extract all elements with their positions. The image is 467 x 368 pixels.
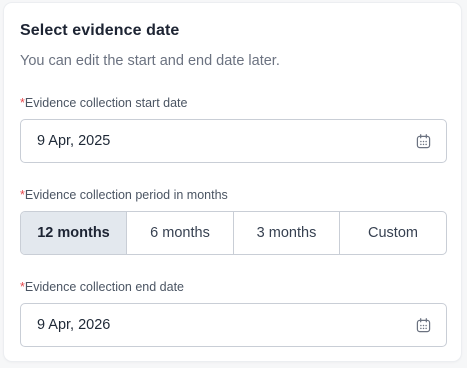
evidence-date-card: Select evidence date You can edit the st… (4, 3, 461, 361)
dialog-subtitle: You can edit the start and end date late… (20, 53, 280, 69)
end-date-field[interactable]: 9 Apr, 2026 (20, 303, 447, 347)
end-date-label-text: Evidence collection end date (24, 280, 185, 294)
period-option-3-months[interactable]: 3 months (234, 212, 340, 254)
period-label: *Evidence collection period in months (20, 188, 228, 202)
start-date-field[interactable]: 9 Apr, 2025 (20, 119, 447, 163)
period-segmented-control: 12 months 6 months 3 months Custom (20, 211, 447, 255)
period-option-custom[interactable]: Custom (340, 212, 446, 254)
calendar-icon[interactable] (416, 134, 431, 149)
start-date-label: *Evidence collection start date (20, 96, 187, 110)
end-date-value: 9 Apr, 2026 (37, 317, 111, 333)
period-option-6-months[interactable]: 6 months (127, 212, 234, 254)
start-date-value: 9 Apr, 2025 (37, 133, 111, 149)
dialog-title: Select evidence date (20, 22, 180, 39)
start-date-label-text: Evidence collection start date (24, 96, 188, 110)
end-date-label: *Evidence collection end date (20, 280, 184, 294)
calendar-icon[interactable] (416, 318, 431, 333)
period-option-12-months[interactable]: 12 months (21, 212, 127, 254)
period-label-text: Evidence collection period in months (24, 188, 228, 202)
